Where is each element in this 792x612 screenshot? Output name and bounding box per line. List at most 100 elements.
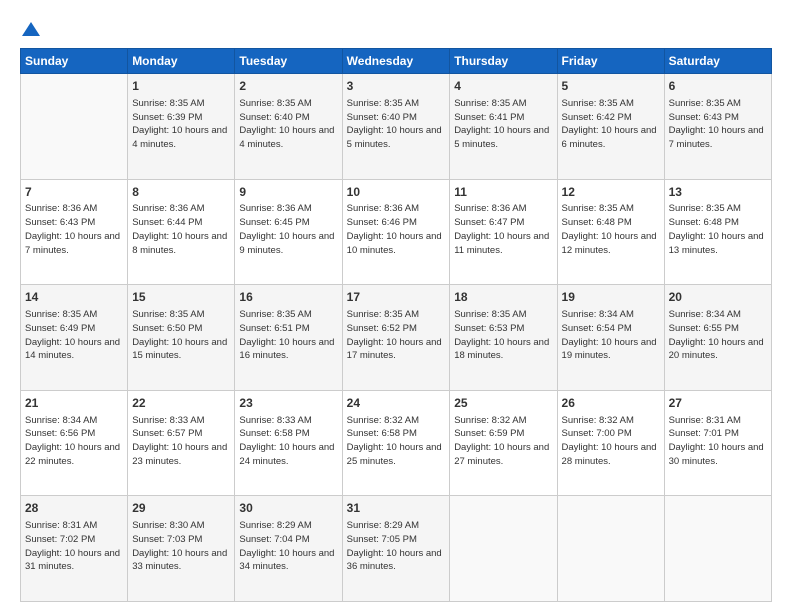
day-header-friday: Friday <box>557 49 664 74</box>
calendar-cell <box>450 496 557 602</box>
calendar-cell: 20 Sunrise: 8:34 AMSunset: 6:55 PMDayligh… <box>664 285 771 391</box>
calendar-cell: 16Sunrise: 8:35 AMSunset: 6:51 PMDayligh… <box>235 285 342 391</box>
day-number: 27 <box>669 395 767 412</box>
day-header-thursday: Thursday <box>450 49 557 74</box>
day-number: 16 <box>239 289 337 306</box>
calendar-cell: 21 Sunrise: 8:34 AMSunset: 6:56 PMDayligh… <box>21 390 128 496</box>
day-number: 13 <box>669 184 767 201</box>
day-info: Sunrise: 8:32 AMSunset: 6:58 PMDaylight:… <box>347 414 446 469</box>
day-header-sunday: Sunday <box>21 49 128 74</box>
day-info: Sunrise: 8:35 AMSunset: 6:39 PMDaylight:… <box>132 97 230 152</box>
day-number: 1 <box>132 78 230 95</box>
day-number: 20 <box>669 289 767 306</box>
day-number: 4 <box>454 78 552 95</box>
calendar-cell: 3 Sunrise: 8:35 AMSunset: 6:40 PMDaylight… <box>342 74 450 180</box>
day-info: Sunrise: 8:36 AMSunset: 6:47 PMDaylight:… <box>454 202 552 257</box>
calendar-cell: 30 Sunrise: 8:29 AMSunset: 7:04 PMDayligh… <box>235 496 342 602</box>
day-header-tuesday: Tuesday <box>235 49 342 74</box>
calendar-cell: 12Sunrise: 8:35 AMSunset: 6:48 PMDayligh… <box>557 179 664 285</box>
logo-icon <box>22 20 40 38</box>
day-info: Sunrise: 8:36 AMSunset: 6:46 PMDaylight:… <box>347 202 446 257</box>
calendar-cell: 2Sunrise: 8:35 AMSunset: 6:40 PMDaylight… <box>235 74 342 180</box>
calendar-cell: 13Sunrise: 8:35 AMSunset: 6:48 PMDayligh… <box>664 179 771 285</box>
calendar-week-row: 28Sunrise: 8:31 AMSunset: 7:02 PMDayligh… <box>21 496 772 602</box>
day-number: 29 <box>132 500 230 517</box>
calendar-week-row: 21 Sunrise: 8:34 AMSunset: 6:56 PMDayligh… <box>21 390 772 496</box>
calendar-cell <box>664 496 771 602</box>
day-number: 26 <box>562 395 660 412</box>
day-info: Sunrise: 8:33 AMSunset: 6:57 PMDaylight:… <box>132 414 230 469</box>
calendar-header-row: SundayMondayTuesdayWednesdayThursdayFrid… <box>21 49 772 74</box>
calendar-cell: 29 Sunrise: 8:30 AMSunset: 7:03 PMDayligh… <box>128 496 235 602</box>
day-number: 15 <box>132 289 230 306</box>
day-header-saturday: Saturday <box>664 49 771 74</box>
day-number: 23 <box>239 395 337 412</box>
day-number: 30 <box>239 500 337 517</box>
calendar-table: SundayMondayTuesdayWednesdayThursdayFrid… <box>20 48 772 602</box>
calendar-cell: 24 Sunrise: 8:32 AMSunset: 6:58 PMDayligh… <box>342 390 450 496</box>
day-number: 6 <box>669 78 767 95</box>
header <box>20 20 772 38</box>
day-number: 24 <box>347 395 446 412</box>
calendar-cell: 7Sunrise: 8:36 AMSunset: 6:43 PMDaylight… <box>21 179 128 285</box>
calendar-cell: 17Sunrise: 8:35 AMSunset: 6:52 PMDayligh… <box>342 285 450 391</box>
day-info: Sunrise: 8:35 AMSunset: 6:48 PMDaylight:… <box>669 202 767 257</box>
day-number: 22 <box>132 395 230 412</box>
day-info: Sunrise: 8:33 AMSunset: 6:58 PMDaylight:… <box>239 414 337 469</box>
calendar-cell <box>557 496 664 602</box>
calendar-cell: 11Sunrise: 8:36 AMSunset: 6:47 PMDayligh… <box>450 179 557 285</box>
day-number: 2 <box>239 78 337 95</box>
calendar-cell: 10Sunrise: 8:36 AMSunset: 6:46 PMDayligh… <box>342 179 450 285</box>
calendar-week-row: 1 Sunrise: 8:35 AMSunset: 6:39 PMDaylight… <box>21 74 772 180</box>
calendar-week-row: 7Sunrise: 8:36 AMSunset: 6:43 PMDaylight… <box>21 179 772 285</box>
day-number: 9 <box>239 184 337 201</box>
day-number: 19 <box>562 289 660 306</box>
day-info: Sunrise: 8:35 AMSunset: 6:48 PMDaylight:… <box>562 202 660 257</box>
day-number: 5 <box>562 78 660 95</box>
calendar-cell: 25Sunrise: 8:32 AMSunset: 6:59 PMDayligh… <box>450 390 557 496</box>
day-number: 7 <box>25 184 123 201</box>
day-number: 18 <box>454 289 552 306</box>
calendar-cell: 4Sunrise: 8:35 AMSunset: 6:41 PMDaylight… <box>450 74 557 180</box>
calendar-cell: 15 Sunrise: 8:35 AMSunset: 6:50 PMDayligh… <box>128 285 235 391</box>
day-info: Sunrise: 8:29 AMSunset: 7:04 PMDaylight:… <box>239 519 337 574</box>
calendar-cell: 19 Sunrise: 8:34 AMSunset: 6:54 PMDayligh… <box>557 285 664 391</box>
day-number: 21 <box>25 395 123 412</box>
day-number: 28 <box>25 500 123 517</box>
day-info: Sunrise: 8:36 AMSunset: 6:45 PMDaylight:… <box>239 202 337 257</box>
calendar-cell: 9Sunrise: 8:36 AMSunset: 6:45 PMDaylight… <box>235 179 342 285</box>
calendar-cell: 6 Sunrise: 8:35 AMSunset: 6:43 PMDaylight… <box>664 74 771 180</box>
calendar-cell: 18 Sunrise: 8:35 AMSunset: 6:53 PMDayligh… <box>450 285 557 391</box>
day-number: 3 <box>347 78 446 95</box>
day-info: Sunrise: 8:29 AMSunset: 7:05 PMDaylight:… <box>347 519 446 574</box>
day-info: Sunrise: 8:35 AMSunset: 6:53 PMDaylight:… <box>454 308 552 363</box>
logo <box>20 20 40 38</box>
calendar-cell: 26 Sunrise: 8:32 AMSunset: 7:00 PMDayligh… <box>557 390 664 496</box>
day-number: 8 <box>132 184 230 201</box>
calendar-cell: 22 Sunrise: 8:33 AMSunset: 6:57 PMDayligh… <box>128 390 235 496</box>
day-info: Sunrise: 8:32 AMSunset: 7:00 PMDaylight:… <box>562 414 660 469</box>
day-info: Sunrise: 8:31 AMSunset: 7:01 PMDaylight:… <box>669 414 767 469</box>
calendar-cell: 1 Sunrise: 8:35 AMSunset: 6:39 PMDaylight… <box>128 74 235 180</box>
day-info: Sunrise: 8:35 AMSunset: 6:43 PMDaylight:… <box>669 97 767 152</box>
day-info: Sunrise: 8:30 AMSunset: 7:03 PMDaylight:… <box>132 519 230 574</box>
day-number: 14 <box>25 289 123 306</box>
day-number: 12 <box>562 184 660 201</box>
day-number: 10 <box>347 184 446 201</box>
day-info: Sunrise: 8:34 AMSunset: 6:55 PMDaylight:… <box>669 308 767 363</box>
day-info: Sunrise: 8:35 AMSunset: 6:40 PMDaylight:… <box>347 97 446 152</box>
day-info: Sunrise: 8:32 AMSunset: 6:59 PMDaylight:… <box>454 414 552 469</box>
day-info: Sunrise: 8:36 AMSunset: 6:44 PMDaylight:… <box>132 202 230 257</box>
day-info: Sunrise: 8:34 AMSunset: 6:56 PMDaylight:… <box>25 414 123 469</box>
calendar-cell: 31 Sunrise: 8:29 AMSunset: 7:05 PMDayligh… <box>342 496 450 602</box>
day-info: Sunrise: 8:34 AMSunset: 6:54 PMDaylight:… <box>562 308 660 363</box>
day-number: 31 <box>347 500 446 517</box>
calendar-cell: 28Sunrise: 8:31 AMSunset: 7:02 PMDayligh… <box>21 496 128 602</box>
day-info: Sunrise: 8:36 AMSunset: 6:43 PMDaylight:… <box>25 202 123 257</box>
calendar-cell: 14Sunrise: 8:35 AMSunset: 6:49 PMDayligh… <box>21 285 128 391</box>
calendar-week-row: 14Sunrise: 8:35 AMSunset: 6:49 PMDayligh… <box>21 285 772 391</box>
day-info: Sunrise: 8:35 AMSunset: 6:52 PMDaylight:… <box>347 308 446 363</box>
day-info: Sunrise: 8:35 AMSunset: 6:50 PMDaylight:… <box>132 308 230 363</box>
day-header-monday: Monday <box>128 49 235 74</box>
calendar-cell: 8Sunrise: 8:36 AMSunset: 6:44 PMDaylight… <box>128 179 235 285</box>
